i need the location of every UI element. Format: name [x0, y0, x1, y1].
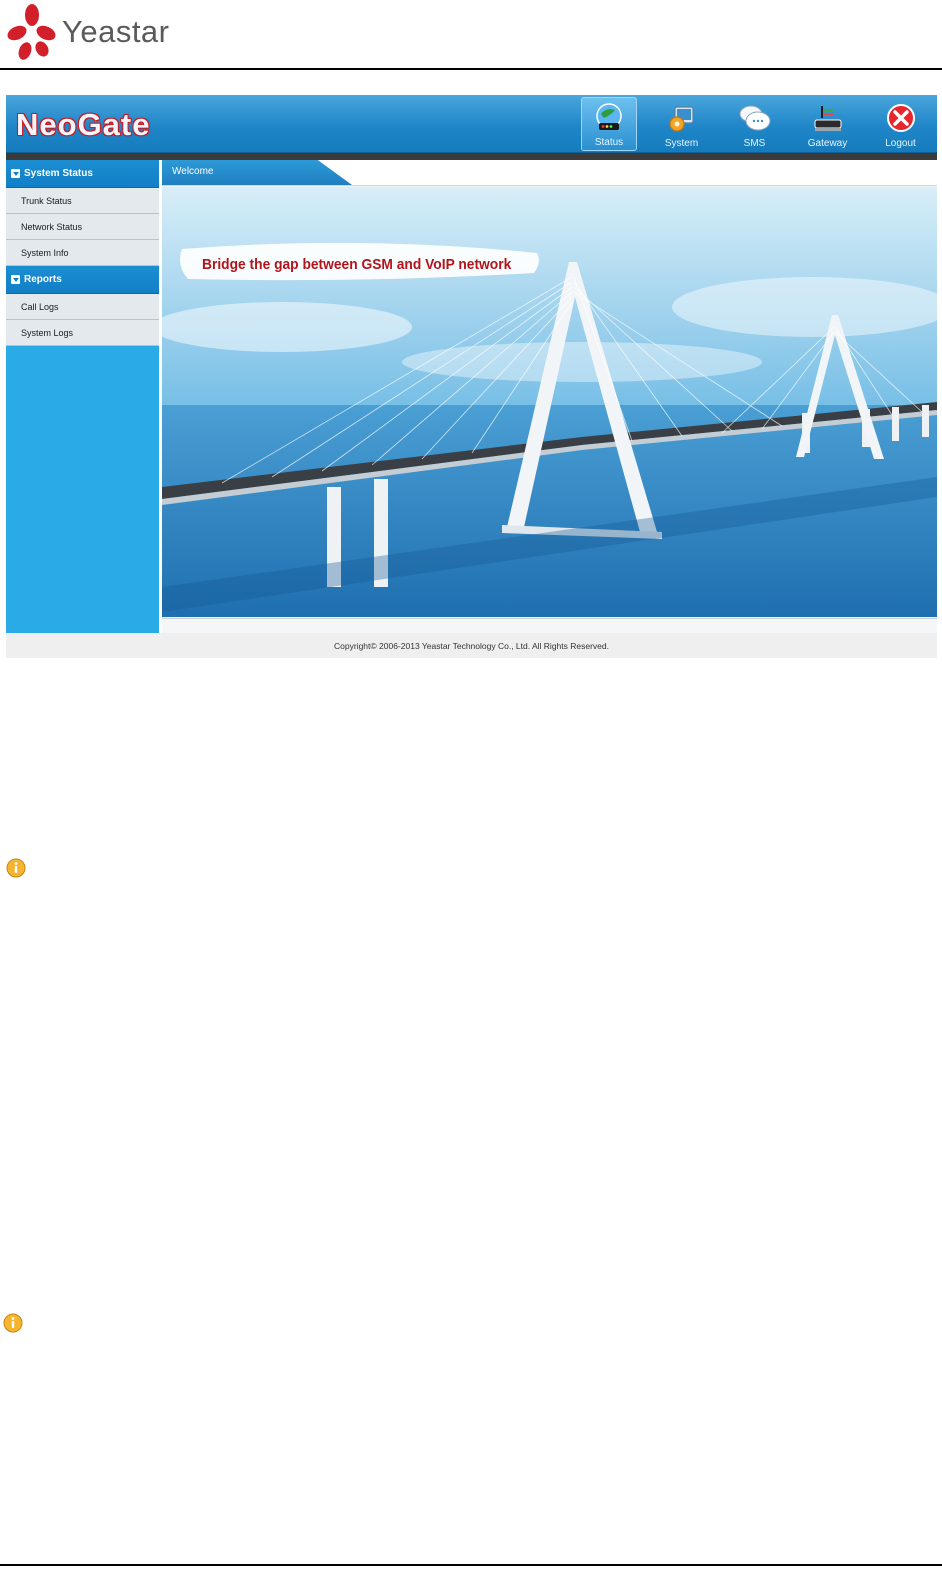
footer-copyright: Copyright© 2006-2013 Yeastar Technology …	[6, 633, 937, 658]
welcome-tab-label: Welcome	[172, 166, 214, 177]
info-icon	[3, 1313, 23, 1333]
footer-rule	[0, 1564, 942, 1566]
nav-label: Status	[594, 137, 624, 148]
yeastar-flower-icon	[7, 4, 56, 60]
topbar-stripe	[6, 153, 937, 160]
sidebar-section-title: Reports	[24, 274, 62, 285]
info-icon	[6, 858, 26, 878]
nav-logout[interactable]: Logout	[864, 97, 937, 151]
sidebar-item-system-logs[interactable]: System Logs	[6, 320, 159, 346]
welcome-bar: Welcome	[162, 160, 937, 186]
nav-status[interactable]: Status	[581, 97, 637, 151]
welcome-banner: Bridge the gap between GSM and VoIP netw…	[162, 187, 937, 617]
status-icon	[596, 103, 622, 130]
yeastar-logo: Yeastar	[6, 2, 170, 62]
neogate-app: NeoGate Status System SMS Gateway Logout…	[6, 95, 937, 658]
sidebar-section-system-status[interactable]: System Status	[6, 160, 159, 188]
sms-icon	[739, 105, 770, 131]
yeastar-wordmark: Yeastar	[62, 14, 170, 49]
sidebar-item-network-status[interactable]: Network Status	[6, 214, 159, 240]
header-rule	[0, 68, 942, 70]
main-content: Welcome Bridge the gap between GSM and V…	[162, 160, 937, 634]
sidebar-item-system-info[interactable]: System Info	[6, 240, 159, 266]
main-nav: Status System SMS Gateway Logout	[573, 97, 937, 151]
main-bottom-strip	[162, 618, 937, 634]
collapse-arrow-icon	[11, 169, 20, 178]
sidebar-item-trunk-status[interactable]: Trunk Status	[6, 188, 159, 214]
top-bar: NeoGate Status System SMS Gateway Logout	[6, 95, 937, 153]
nav-label: Logout	[885, 138, 916, 149]
system-icon	[668, 106, 694, 132]
nav-label: Gateway	[807, 138, 848, 149]
neogate-brand: NeoGate	[16, 107, 151, 142]
banner-tagline: Bridge the gap between GSM and VoIP netw…	[202, 256, 512, 273]
document-header: Yeastar	[0, 0, 942, 70]
gateway-icon	[814, 106, 841, 131]
sidebar-section-title: System Status	[24, 168, 93, 179]
collapse-arrow-icon	[11, 275, 20, 284]
nav-gateway[interactable]: Gateway	[791, 97, 864, 151]
sidebar-item-call-logs[interactable]: Call Logs	[6, 294, 159, 320]
nav-label: System	[664, 138, 699, 149]
sidebar: System Status Trunk Status Network Statu…	[6, 160, 159, 633]
logout-icon	[886, 104, 915, 132]
nav-system[interactable]: System	[645, 97, 718, 151]
nav-label: SMS	[743, 138, 766, 149]
nav-sms[interactable]: SMS	[718, 97, 791, 151]
bridge-image	[162, 187, 937, 617]
sidebar-section-reports[interactable]: Reports	[6, 266, 159, 294]
